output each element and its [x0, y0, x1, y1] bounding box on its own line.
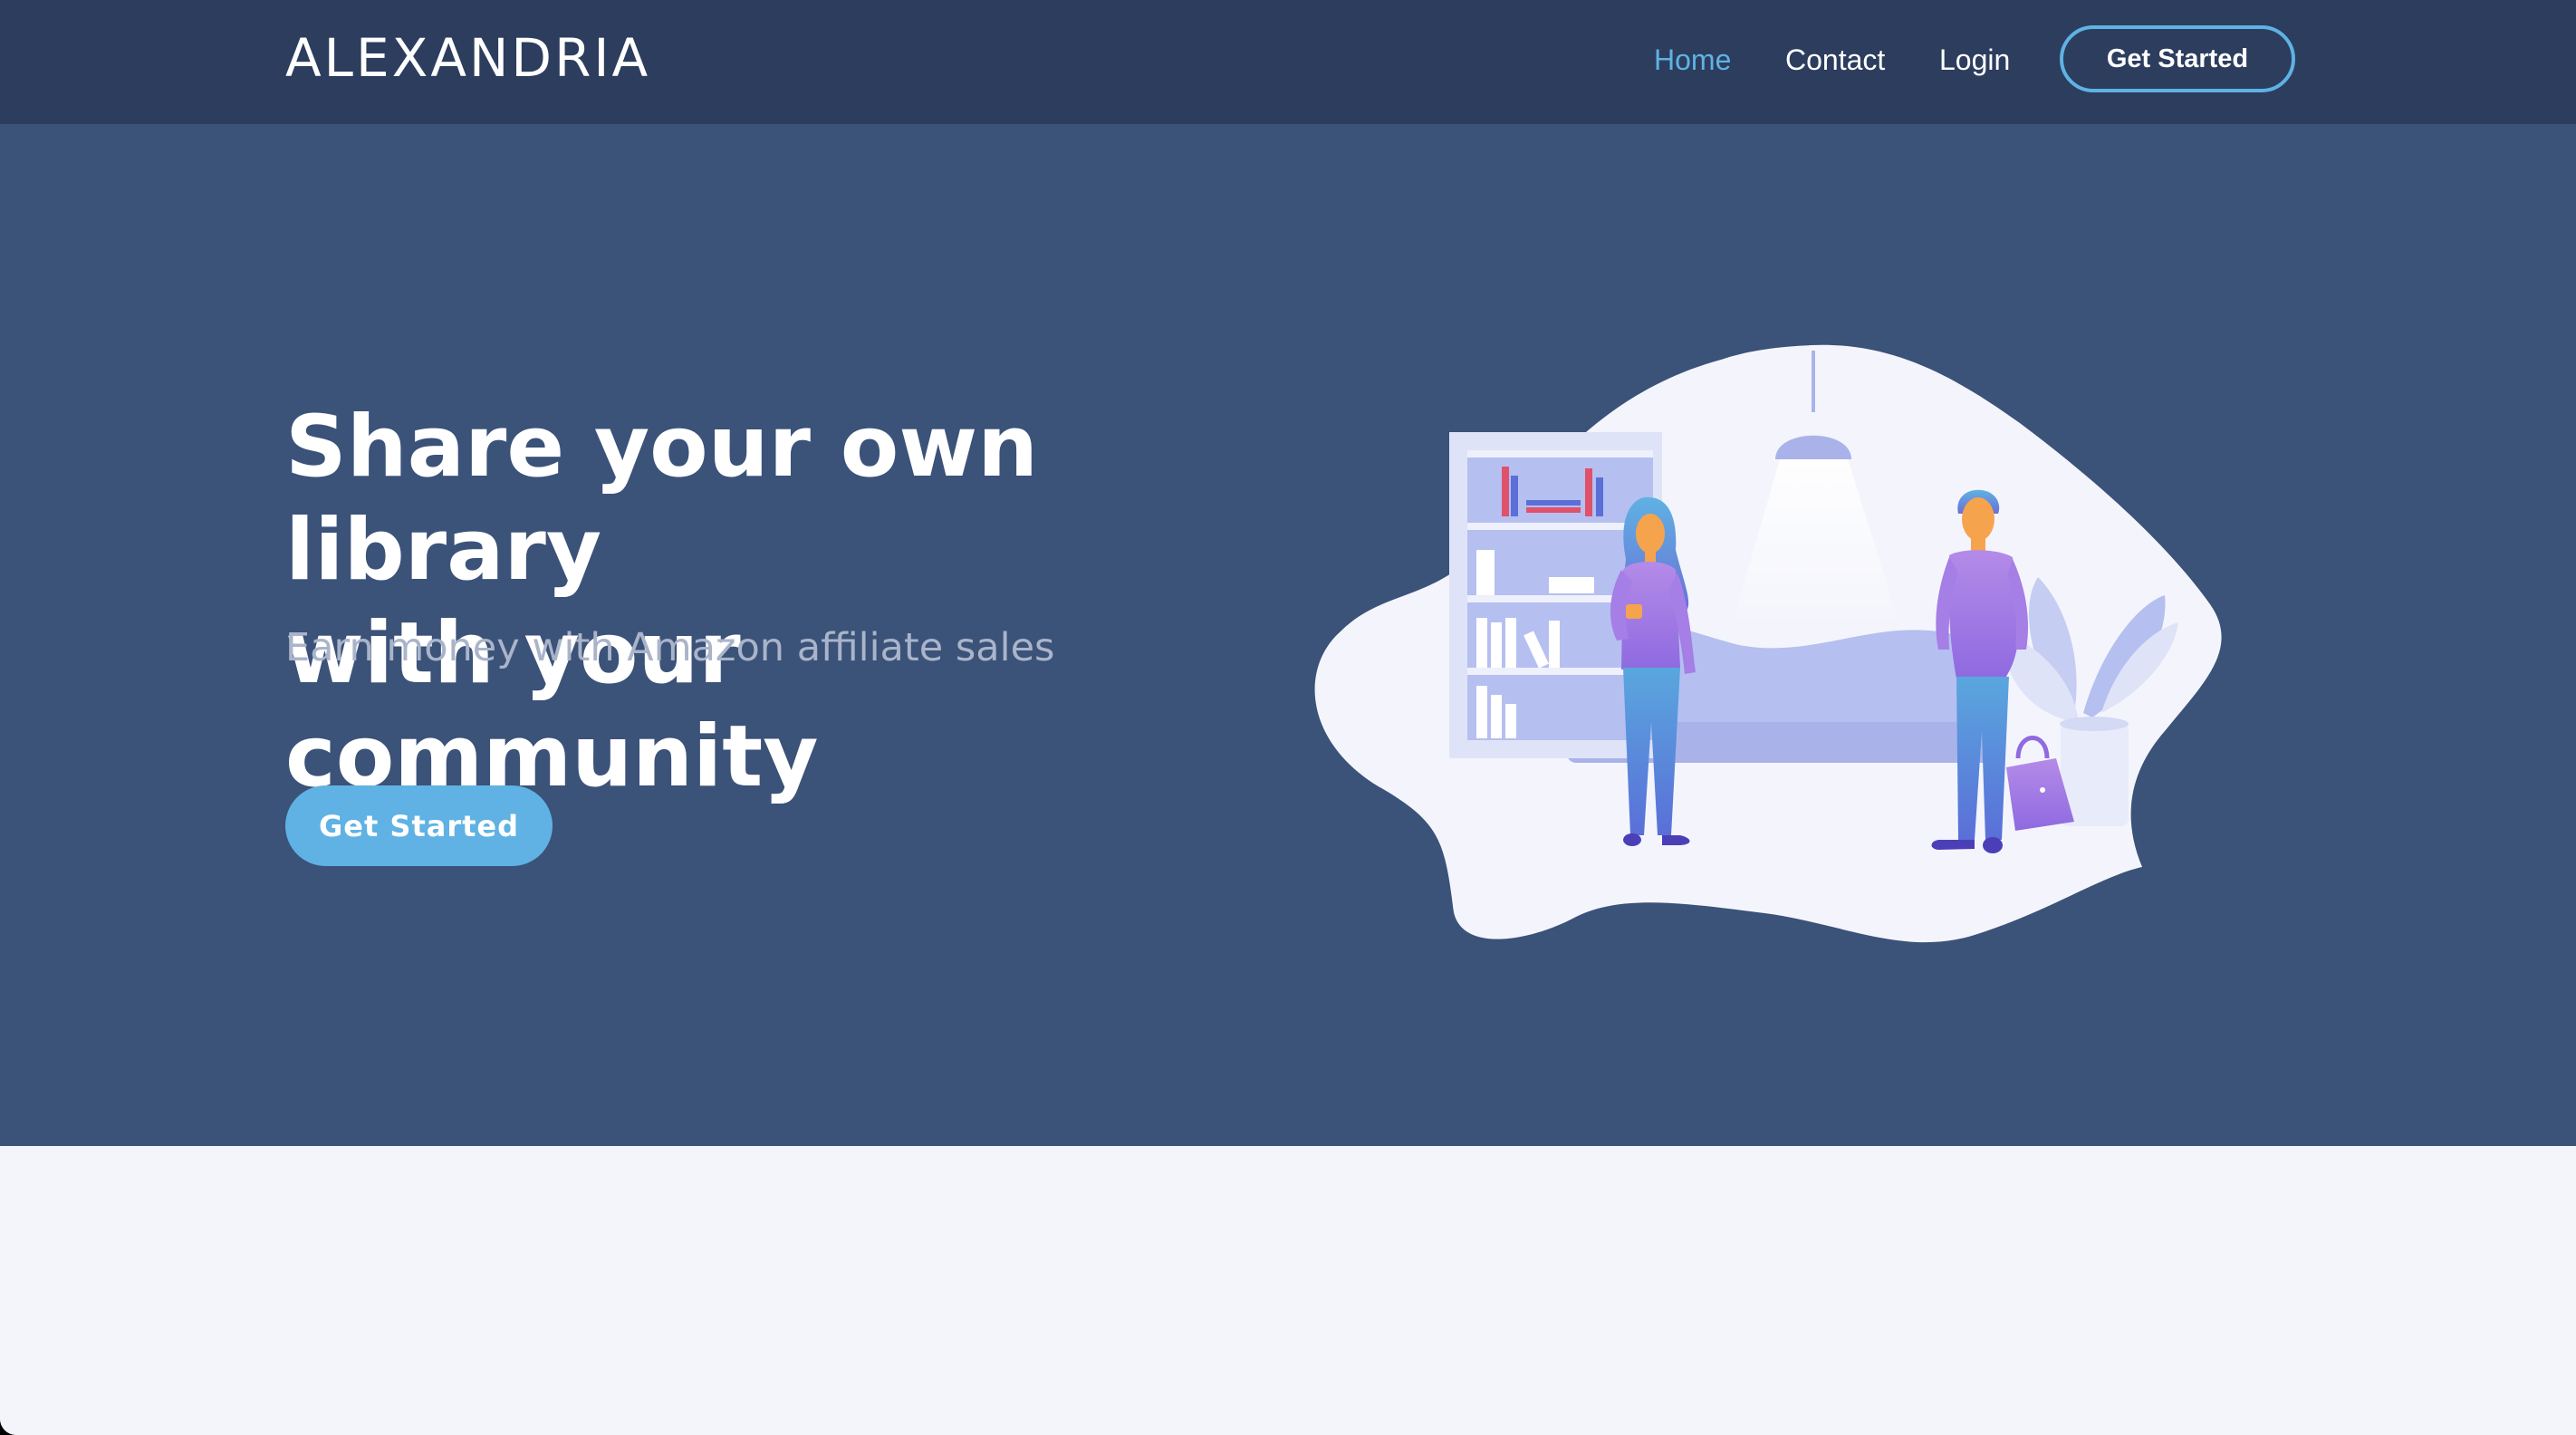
nav-link-login[interactable]: Login — [1939, 36, 2010, 83]
nav-get-started-button[interactable]: Get Started — [2060, 25, 2295, 92]
hero-get-started-button[interactable]: Get Started — [285, 785, 553, 866]
library-people-illustration — [1314, 344, 2222, 943]
hero-subtitle: Earn money with Amazon affiliate sales — [285, 625, 1055, 670]
hero-title-line-1: Share your own library — [285, 398, 1039, 600]
brand-logo[interactable]: ALEXANDRIA — [285, 25, 650, 91]
page: ALEXANDRIA Home Contact Login Get Starte… — [0, 0, 2576, 1435]
lower-section — [0, 1146, 2576, 1435]
nav-link-home[interactable]: Home — [1654, 36, 1731, 83]
nav-link-contact[interactable]: Contact — [1785, 36, 1885, 83]
navbar: ALEXANDRIA Home Contact Login Get Starte… — [0, 0, 2576, 124]
hero-section: Share your own library with your communi… — [0, 124, 2576, 1146]
hero-title: Share your own library with your communi… — [285, 396, 1282, 809]
